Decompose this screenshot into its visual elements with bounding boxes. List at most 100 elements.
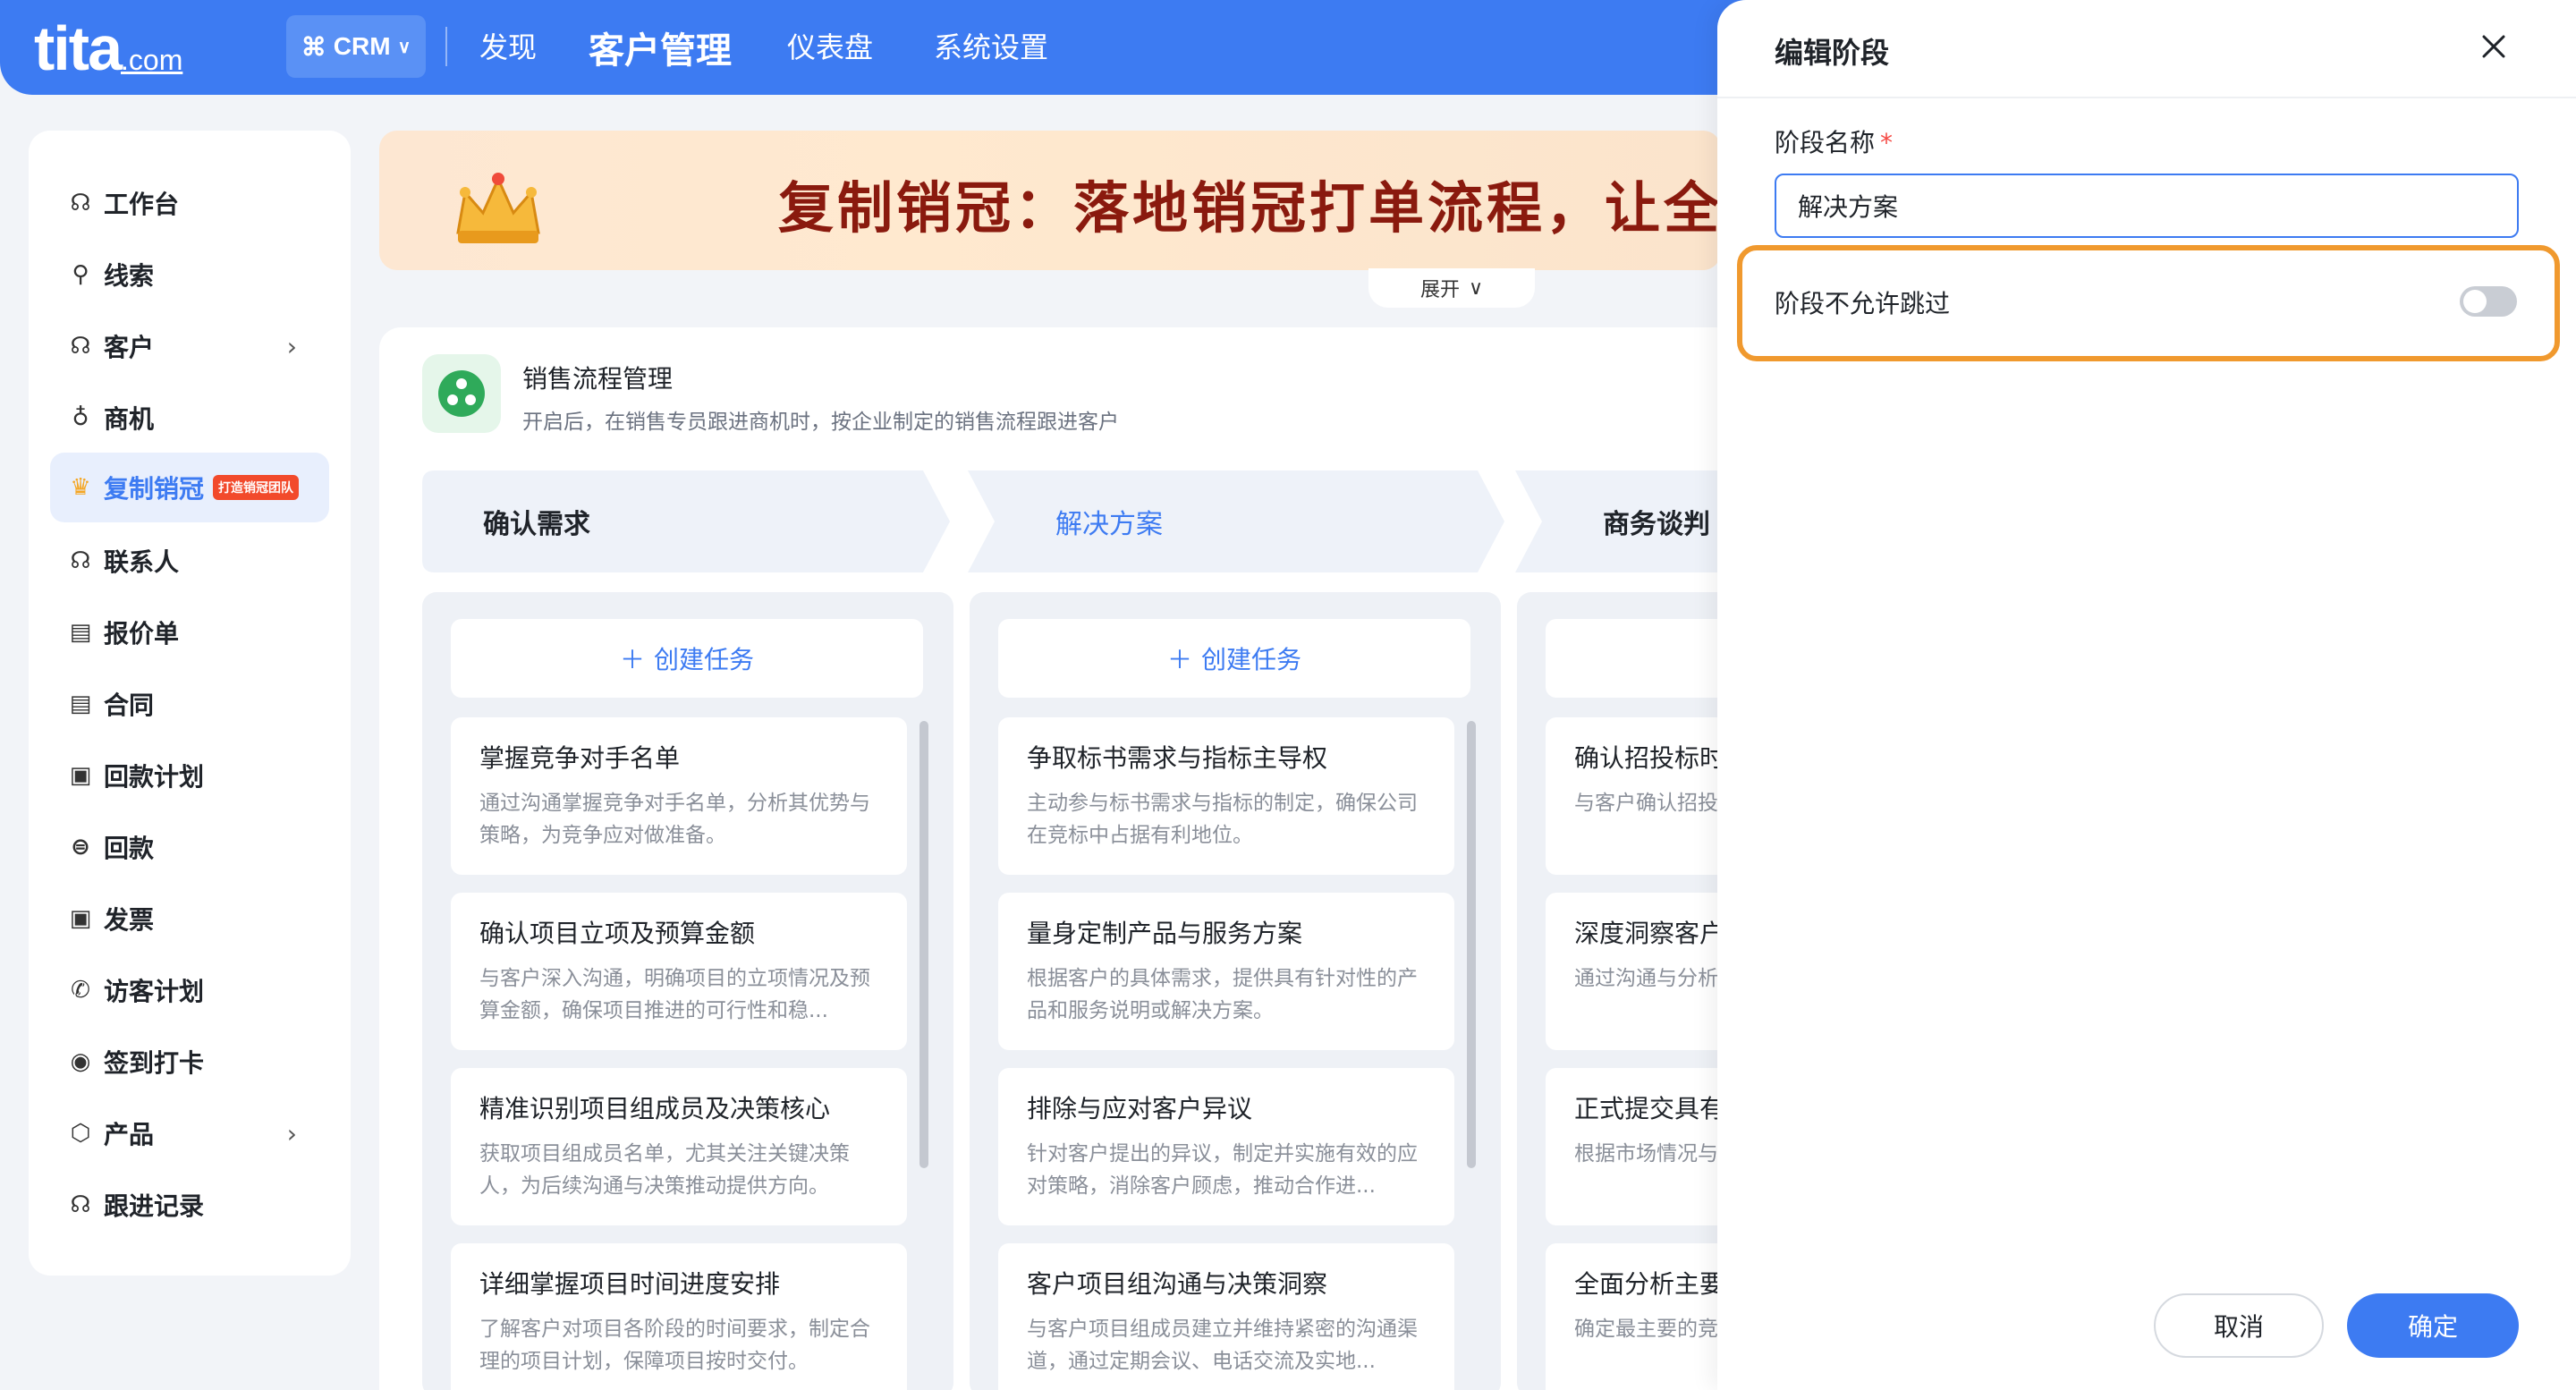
create-task-button[interactable]: ＋ 创建任务 [451,619,923,698]
task-title: 详细掌握项目时间进度安排 [479,1269,781,1299]
task-description: 与客户项目组成员建立并维持紧密的沟通渠道，通过定期会议、电话交流及实地... [1027,1318,1418,1373]
task-description: 主动参与标书需求与指标的制定，确保公司在竞标中占据有利地位。 [1027,792,1418,847]
no-skip-label: 阶段不允许跳过 [1775,289,1951,318]
task-description: 与客户深入沟通，明确项目的立项情况及预算金额，确保项目推进的可行性和稳... [479,967,870,1022]
sidebar-item-label: 报价单 [104,619,180,648]
task-card[interactable]: 量身定制产品与服务方案 根据客户的具体需求，提供具有针对性的产品和服务说明或解决… [998,893,1454,1050]
task-title: 量身定制产品与服务方案 [1027,919,1303,948]
chevron-down-icon: ∨ [1468,276,1484,300]
grid-icon: ⌘ [301,32,326,61]
process-title: 销售流程管理 [522,364,674,394]
sidebar-item-product[interactable]: ⬡ 产品 › [50,1098,329,1168]
stage-column-confirm-needs: ＋ 创建任务 掌握竞争对手名单 通过沟通掌握竞争对手名单，分析其优势与策略，为竞争… [422,592,953,1390]
plus-icon: ＋ [619,645,645,674]
chevron-right-icon: › [286,331,297,361]
chevron-right-icon: › [286,1118,297,1148]
cancel-button[interactable]: 取消 [2154,1293,2324,1358]
sidebar-item-label: 商机 [104,404,155,434]
create-task-button[interactable]: ＋ 创建任务 [998,619,1470,698]
contract-icon: ▤ [69,691,92,717]
banner-title: 复制销冠：落地销冠打单流程，让全 [778,175,1721,241]
task-title: 精准识别项目组成员及决策核心 [479,1094,831,1123]
task-title: 争取标书需求与指标主导权 [1027,743,1328,773]
task-card[interactable]: 争取标书需求与指标主导权 主动参与标书需求与指标的制定，确保公司在竞标中占据有利… [998,717,1454,875]
stage-name-input[interactable] [1775,174,2519,238]
sidebar-item-followup[interactable]: ☊ 跟进记录 [50,1170,329,1240]
task-description: 了解客户对项目各阶段的时间要求，制定合理的项目计划，保障项目按时交付。 [479,1318,870,1373]
promo-banner[interactable]: 复制销冠：落地销冠打单流程，让全 [379,131,1721,270]
sidebar-item-opportunity[interactable]: ♁ 商机 [50,383,329,453]
stage-column-solution: ＋ 创建任务 争取标书需求与指标主导权 主动参与标书需求与指标的制定，确保公司在竞… [970,592,1501,1390]
sidebar-item-checkin[interactable]: ◉ 签到打卡 [50,1027,329,1097]
sidebar-item-label: 工作台 [104,190,180,219]
sidebar-item-label: 线索 [104,261,155,291]
sidebar-item-label: 签到打卡 [104,1048,205,1078]
close-icon[interactable] [2476,29,2512,64]
payment-plan-icon: ▣ [69,762,92,789]
stage-arrow-shape [968,470,1504,572]
task-card[interactable]: 确认项目立项及预算金额 与客户深入沟通，明确项目的立项情况及预算金额，确保项目推… [451,893,907,1050]
promo-tag: 打造销冠团队 [213,475,300,500]
drawer-divider [1717,97,2576,98]
task-card[interactable]: 掌握竞争对手名单 通过沟通掌握竞争对手名单，分析其优势与策略，为竞争应对做准备。 [451,717,907,875]
nav-divider [445,27,447,66]
sidebar-item-label: 复制销冠 [104,474,205,504]
crown-icon: ♛ [70,474,91,501]
confirm-button[interactable]: 确定 [2347,1293,2519,1358]
leads-icon: ⚲ [72,261,89,288]
stage-header-negotiation[interactable]: 商务谈判 [1515,470,1730,572]
nav-system-settings[interactable]: 系统设置 [934,25,1048,66]
task-card[interactable]: 客户项目组沟通与决策洞察 与客户项目组成员建立并维持紧密的沟通渠道，通过定期会议… [998,1243,1454,1390]
process-description: 开启后，在销售专员跟进商机时，按企业制定的销售流程跟进客户 [522,411,1119,434]
sidebar-item-workbench[interactable]: ☊ 工作台 [50,168,329,238]
nav-discover[interactable]: 发现 [479,25,537,66]
nav-dashboard[interactable]: 仪表盘 [787,25,873,66]
crown-icon [456,173,540,243]
task-title: 客户项目组沟通与决策洞察 [1027,1269,1328,1299]
sidebar-item-label: 发票 [104,905,155,935]
task-card[interactable]: 排除与应对客户异议 针对客户提出的异议，制定并实施有效的应对策略，消除客户顾虑，… [998,1068,1454,1225]
drawer-title: 编辑阶段 [1775,36,1890,70]
task-card[interactable]: 精准识别项目组成员及决策核心 获取项目组成员名单，尤其关注关键决策人，为后续沟通… [451,1068,907,1225]
nav-customer-management[interactable]: 客户管理 [589,21,732,73]
plus-icon: ＋ [1166,645,1192,674]
chevron-down-icon: ∨ [397,37,411,57]
stage-header-solution[interactable]: 解决方案 [968,470,1513,572]
no-skip-toggle[interactable] [2460,286,2517,317]
sidebar-item-copy-top-sales[interactable]: ♛ 复制销冠 打造销冠团队 [50,453,329,522]
sidebar-item-label: 合同 [104,691,155,720]
followup-icon: ☊ [70,1191,91,1218]
checkin-icon: ◉ [70,1048,91,1075]
sidebar-item-leads[interactable]: ⚲ 线索 [50,240,329,309]
sidebar-item-payment-plan[interactable]: ▣ 回款计划 [50,741,329,810]
sidebar-item-contract[interactable]: ▤ 合同 [50,669,329,739]
sidebar-item-label: 回款 [104,834,155,863]
product-icon: ⬡ [70,1120,91,1147]
task-title: 确认项目立项及预算金额 [479,919,756,948]
app-switcher-button[interactable]: ⌘ CRM ∨ [286,15,426,78]
create-task-label: 创建任务 [1201,645,1302,674]
expand-label: 展开 [1419,279,1460,301]
task-card[interactable]: 详细掌握项目时间进度安排 了解客户对项目各阶段的时间要求，制定合理的项目计划，保… [451,1243,907,1390]
task-description: 针对客户提出的异议，制定并实施有效的应对策略，消除客户顾虑，推动合作进... [1027,1142,1418,1198]
sidebar-item-quote[interactable]: ▤ 报价单 [50,598,329,667]
expand-banner-button[interactable]: 展开 ∨ [1368,268,1535,308]
task-description: 获取项目组成员名单，尤其关注关键决策人，为后续沟通与决策推动提供方向。 [479,1142,850,1198]
sidebar-item-payment[interactable]: ⊜ 回款 [50,812,329,882]
sidebar-item-label: 产品 [104,1120,155,1149]
sidebar-item-customer[interactable]: ☊ 客户 › [50,311,329,381]
column-scrollbar[interactable] [1467,721,1476,1168]
sidebar-item-visit-plan[interactable]: ✆ 访客计划 [50,955,329,1025]
tita-logo[interactable]: tita.com [34,13,182,84]
column-scrollbar[interactable] [919,721,928,1168]
stage-header-confirm-needs[interactable]: 确认需求 [422,470,959,572]
sidebar-item-invoice[interactable]: ▣ 发票 [50,884,329,954]
stage-name-label: 阶段名称 * [1775,128,1894,157]
sidebar-item-contacts[interactable]: ☊ 联系人 [50,526,329,596]
workbench-icon: ☊ [70,190,91,216]
stage-name: 解决方案 [1055,509,1163,540]
payment-icon: ⊜ [71,834,90,860]
stage-name: 确认需求 [483,509,590,540]
task-description: 根据客户的具体需求，提供具有针对性的产品和服务说明或解决方案。 [1027,967,1418,1022]
sidebar-item-label: 联系人 [104,547,180,577]
